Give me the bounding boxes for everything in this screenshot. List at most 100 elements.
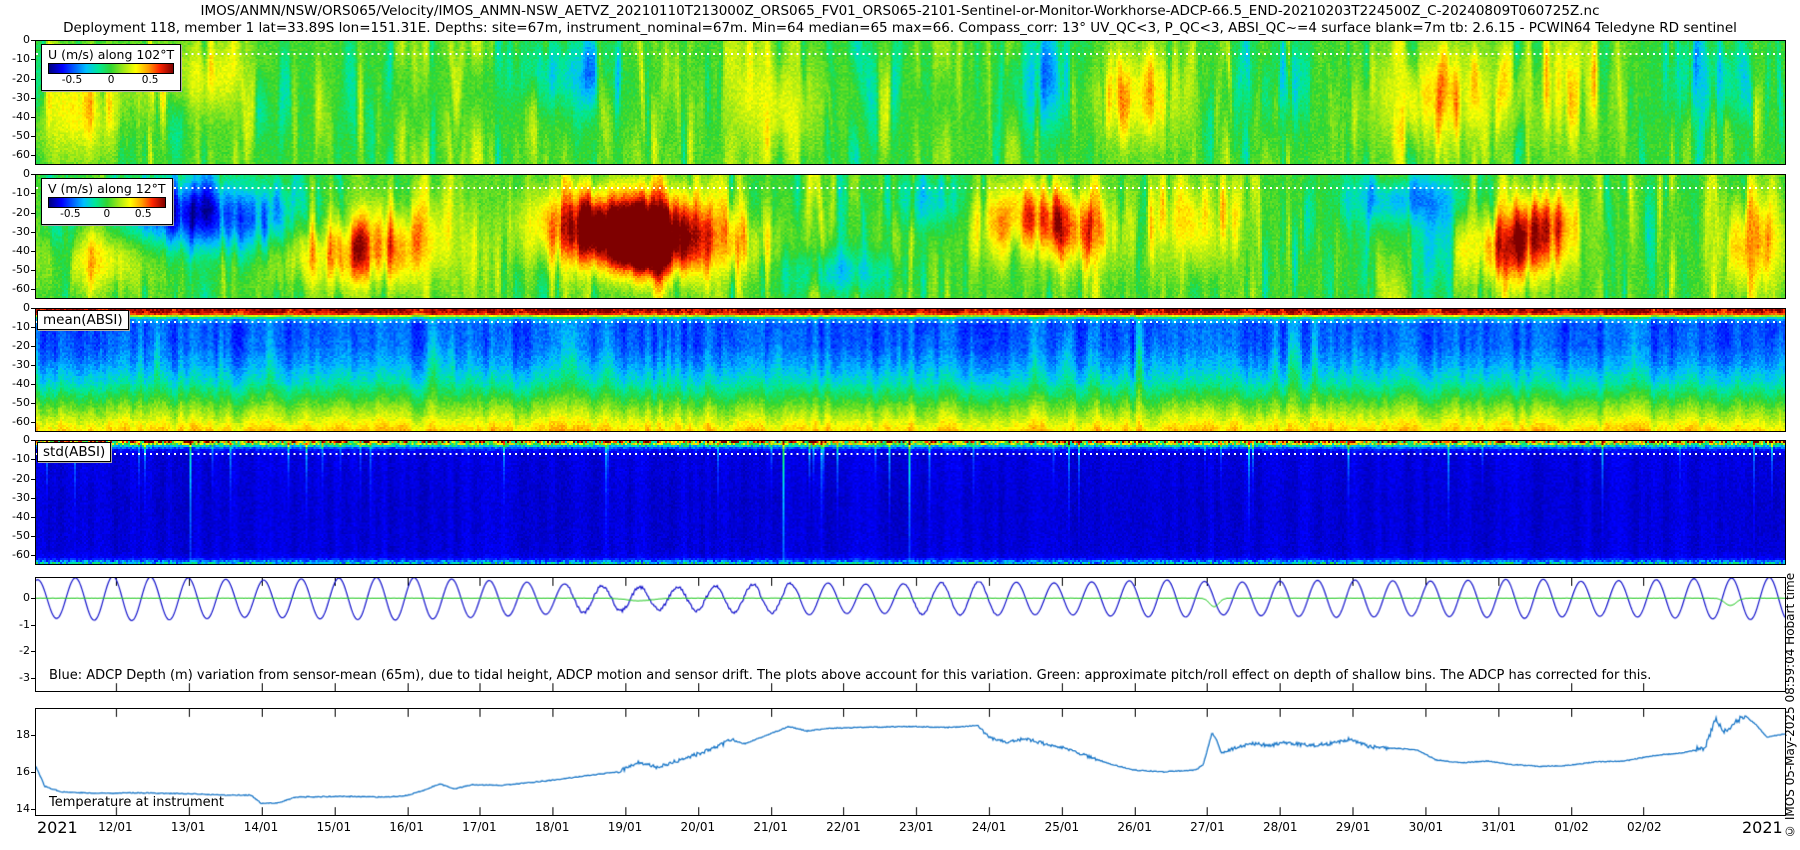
y-tick-label: 0 [23,301,30,314]
y-tick-label: 16 [16,765,30,779]
v-velocity-heatmap [36,175,1785,298]
mean-absi-heatmap [36,309,1785,431]
y-tick-label: -2 [19,644,30,658]
y-tick-label: -30 [12,224,30,238]
y-tick-mark [31,772,35,774]
y-tick-label: -60 [12,415,30,429]
y-tick-mark [31,624,35,626]
y-tick-label: -50 [12,263,30,277]
mean-absi-heatmap-panel: mean(ABSI) [35,308,1786,432]
y-tick-label: -40 [12,243,30,257]
y-tick-label: -50 [12,129,30,143]
y-tick-mark [31,536,35,538]
y-tick-label: -20 [12,471,30,485]
u-cb-tick-pos: 0.5 [141,74,159,86]
y-tick-mark [31,174,35,175]
y-tick-label: -60 [12,148,30,162]
u-colorbar-gradient [48,63,175,74]
mean-absi-label: mean(ABSI) [37,310,129,330]
y-tick-mark [31,598,35,600]
std-absi-heatmap [36,441,1785,564]
y-tick-mark [31,808,35,810]
date-tick-label: 15/01 [316,820,352,834]
y-tick-label: 0 [23,33,30,46]
date-axis: 12/01 13/01 14/01 15/01 16/01 17/01 18/01 19/01… [0,820,1800,840]
u-velocity-heatmap [36,41,1785,164]
y-tick-label: -30 [12,90,30,104]
depth-panel-note: Blue: ADCP Depth (m) variation from sens… [49,668,1652,683]
v-colorbar-ticks: -0.5 0 0.5 [48,208,166,221]
y-tick-mark [31,365,35,367]
y-tick-label: -20 [12,339,30,353]
temperature-line [36,709,1785,815]
v-colorbar-legend: V (m/s) along 12°T -0.5 0 0.5 [41,178,173,225]
v-velocity-heatmap-panel: V (m/s) along 12°T -0.5 0 0.5 [35,174,1786,299]
date-tick-label: 23/01 [898,820,934,834]
y-tick-mark [31,384,35,386]
y-tick-mark [31,497,35,499]
y-tick-mark [31,270,35,272]
v-cb-tick-zero: 0 [103,208,111,220]
y-tick-label: -30 [12,490,30,504]
y-tick-mark [31,289,35,291]
date-tick-label: 31/01 [1481,820,1516,834]
y-tick-label: -10 [12,52,30,66]
date-tick-label: 22/01 [826,820,861,834]
y-tick-mark [31,440,35,441]
y-tick-label: -60 [12,548,30,562]
y-tick-label: 0 [23,591,30,605]
date-tick-label: 01/02 [1554,820,1589,834]
y-tick-mark [31,212,35,214]
date-tick-label: 16/01 [389,820,424,834]
y-tick-mark [31,308,35,309]
y-tick-mark [31,116,35,118]
date-tick-label: 02/02 [1627,820,1662,834]
y-tick-label: -3 [19,671,30,685]
y-tick-mark [31,346,35,348]
y-tick-mark [31,555,35,557]
date-tick-label: 29/01 [1335,820,1371,834]
y-tick-mark [31,193,35,195]
y-tick-label: -20 [12,205,30,219]
y-tick-label: -30 [12,358,30,372]
v-cb-tick-neg: -0.5 [60,208,81,220]
v-cb-tick-pos: 0.5 [134,208,152,220]
y-tick-mark [31,735,35,736]
y-tick-label: -60 [12,282,30,296]
y-tick-mark [31,250,35,252]
date-tick-label: 18/01 [534,820,570,834]
u-velocity-heatmap-panel: U (m/s) along 102°T -0.5 0 0.5 [35,40,1786,165]
y-tick-label: -40 [12,509,30,523]
y-tick-mark [31,97,35,99]
y-tick-mark [31,422,35,424]
v-legend-title: V (m/s) along 12°T [48,181,166,196]
date-tick-label: 21/01 [753,820,788,834]
y-tick-label: -40 [12,109,30,123]
year-label-right: 2021 [1742,818,1783,837]
figure-subtitle-deployment: Deployment 118, member 1 lat=33.89S lon=… [63,20,1737,36]
u-cb-tick-zero: 0 [107,74,115,86]
y-tick-label: 14 [16,801,30,815]
u-colorbar-legend: U (m/s) along 102°T -0.5 0 0.5 [41,44,182,91]
date-tick-label: 25/01 [1044,820,1080,834]
date-tick-label: 24/01 [971,820,1007,834]
y-tick-mark [31,651,35,653]
y-tick-mark [31,136,35,138]
y-tick-label: 0 [23,167,30,180]
u-legend-title: U (m/s) along 102°T [48,47,175,62]
u-colorbar-ticks: -0.5 0 0.5 [48,74,174,87]
y-tick-label: 0 [23,433,30,446]
y-tick-mark [31,403,35,405]
y-tick-label: -50 [12,529,30,543]
date-tick-label: 28/01 [1262,820,1298,834]
y-tick-mark [31,516,35,518]
y-tick-mark [31,155,35,157]
y-tick-mark [31,459,35,461]
y-tick-mark [31,78,35,80]
y-tick-label: -10 [12,452,30,466]
date-tick-label: 14/01 [243,820,279,834]
adcp-figure: IMOS/ANMN/NSW/ORS065/Velocity/IMOS_ANMN-… [0,0,1800,850]
y-tick-label: -10 [12,320,30,334]
date-tick-label: 12/01 [98,820,133,834]
date-tick-label: 26/01 [1117,820,1152,834]
